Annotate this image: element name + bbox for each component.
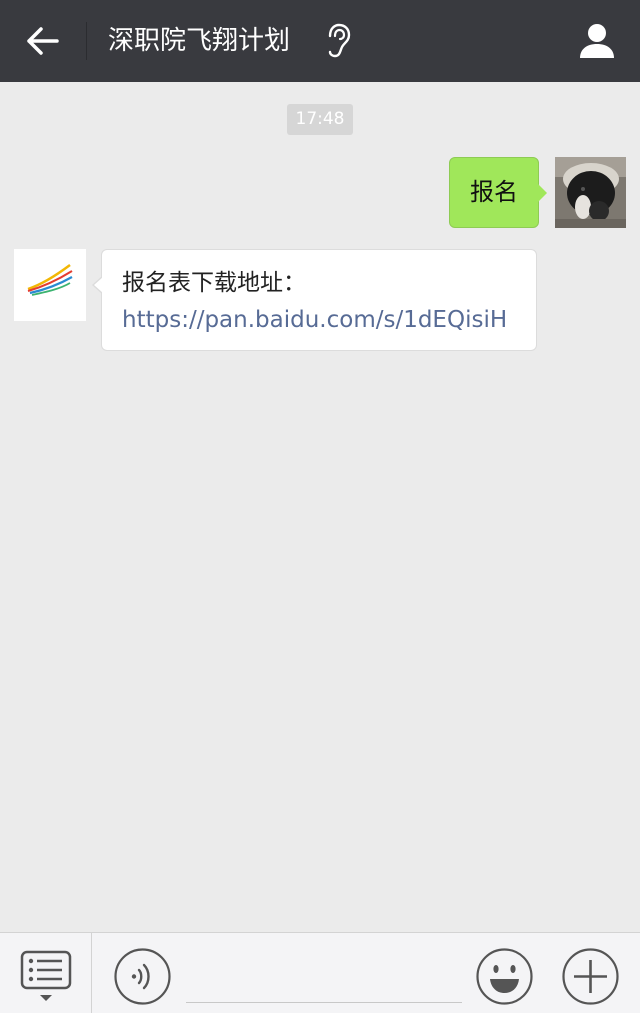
feixiang-logo xyxy=(14,249,86,321)
message-timestamp: 17:48 xyxy=(287,104,353,135)
account-avatar[interactable] xyxy=(14,249,86,321)
voice-button[interactable] xyxy=(114,948,171,1005)
header-divider xyxy=(86,22,87,60)
plus-icon xyxy=(562,948,619,1005)
input-bar xyxy=(0,932,640,1013)
message-input[interactable] xyxy=(186,953,462,1003)
list-menu-icon xyxy=(20,950,72,1001)
dog-photo-avatar xyxy=(555,157,626,228)
smile-icon xyxy=(476,948,533,1005)
voice-icon xyxy=(114,948,171,1005)
menu-toggle-button[interactable] xyxy=(18,949,74,1005)
person-icon xyxy=(580,24,614,58)
message-text: 报名表下载地址： xyxy=(122,270,306,296)
sent-message-bubble[interactable]: 报名 xyxy=(449,157,547,228)
received-message-bubble: 报名表下载地址： https://pan.baidu.com/s/1dEQisiH xyxy=(92,249,537,351)
profile-button[interactable] xyxy=(570,14,624,68)
top-bar: 深职院飞翔计划 xyxy=(0,0,640,82)
download-link[interactable]: https://pan.baidu.com/s/1dEQisiH xyxy=(122,307,507,333)
ear-icon[interactable] xyxy=(323,22,353,60)
back-button[interactable] xyxy=(18,18,68,64)
arrow-left-icon xyxy=(27,27,59,55)
footer-divider xyxy=(91,933,92,1013)
user-avatar[interactable] xyxy=(555,157,626,228)
emoji-button[interactable] xyxy=(476,948,533,1005)
page-title: 深职院飞翔计划 xyxy=(108,26,291,56)
more-options-button[interactable] xyxy=(562,948,619,1005)
